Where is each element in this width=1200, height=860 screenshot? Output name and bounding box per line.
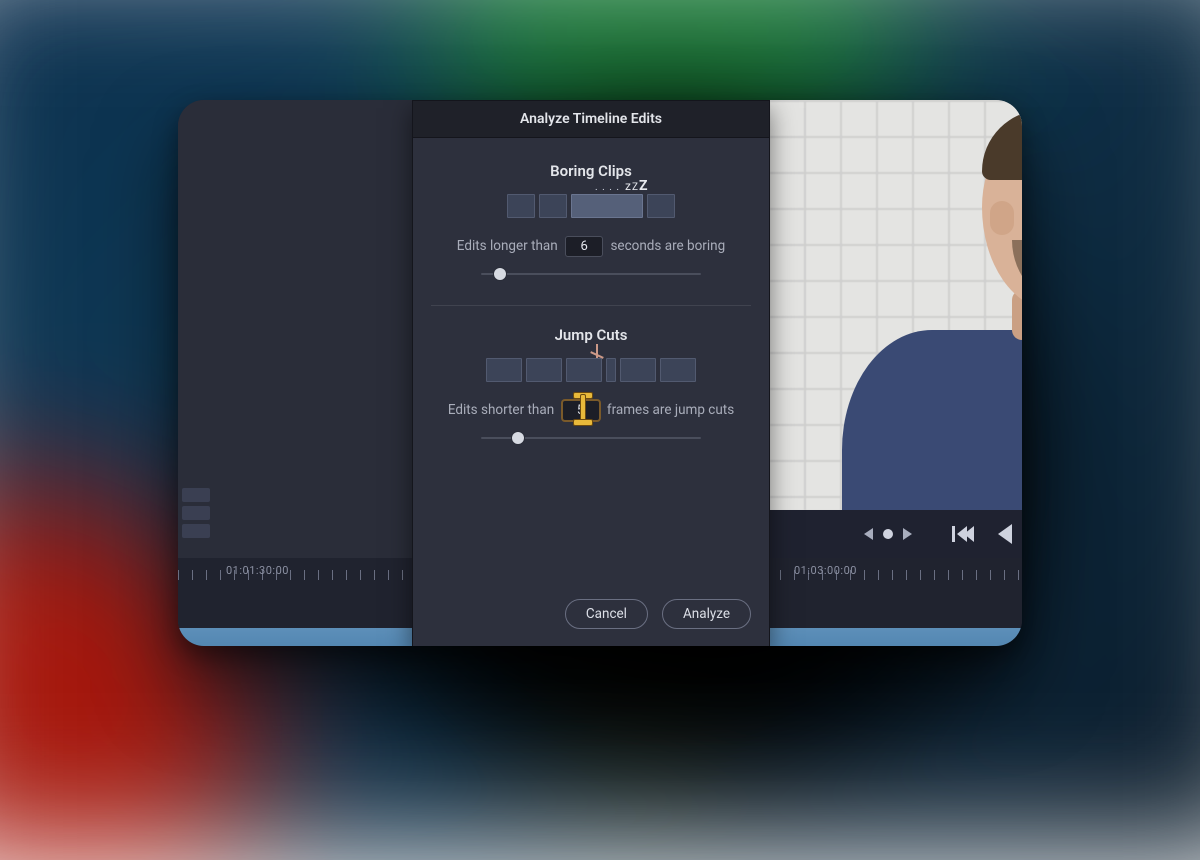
jump-threshold-slider[interactable] (481, 429, 701, 447)
boring-threshold-slider[interactable] (481, 265, 701, 283)
timecode-label: 01:03:00:00 (794, 564, 857, 577)
slider-knob[interactable] (512, 432, 524, 444)
next-marker-icon[interactable] (903, 528, 912, 540)
sleep-zzz-icon: . . . . zZZ (595, 178, 648, 194)
timecode-label: 01:01:30:00 (226, 564, 289, 577)
jump-threshold-sentence: Edits shorter than 5 frames are jump cut… (431, 400, 751, 421)
current-marker-icon[interactable] (883, 529, 893, 539)
dialog-title: Analyze Timeline Edits (413, 101, 769, 138)
jump-cuts-section: Jump Cuts Edits shorter than 5 frames ar (431, 305, 751, 469)
video-preview[interactable] (768, 100, 1022, 510)
analyze-button[interactable]: Analyze (662, 599, 751, 629)
boring-threshold-sentence: Edits longer than 6 seconds are boring (431, 236, 751, 257)
boring-clips-heading: Boring Clips (431, 162, 751, 180)
prev-marker-icon[interactable] (864, 528, 873, 540)
slider-knob[interactable] (494, 268, 506, 280)
preview-person (842, 160, 1022, 510)
cancel-button[interactable]: Cancel (565, 599, 648, 629)
jump-cuts-heading: Jump Cuts (431, 326, 751, 344)
analyze-timeline-dialog: Analyze Timeline Edits Boring Clips . . … (412, 100, 770, 646)
jump-frames-input[interactable]: 5 (562, 400, 600, 421)
dialog-footer: Cancel Analyze (413, 585, 769, 646)
boring-clips-section: Boring Clips . . . . zZZ Edits longer th… (431, 156, 751, 305)
track-header-strips (178, 488, 218, 558)
boring-seconds-input[interactable]: 6 (565, 236, 603, 257)
jump-cuts-graphic (486, 358, 696, 382)
boring-clips-graphic: . . . . zZZ (507, 194, 675, 218)
app-window: 01:01:30:00 01:03:00:00 Analyze Timeline… (178, 100, 1022, 646)
transport-bar (768, 510, 1022, 558)
cut-marker-icon (590, 344, 604, 358)
play-reverse-button[interactable] (998, 524, 1012, 544)
go-to-start-button[interactable] (952, 526, 974, 542)
